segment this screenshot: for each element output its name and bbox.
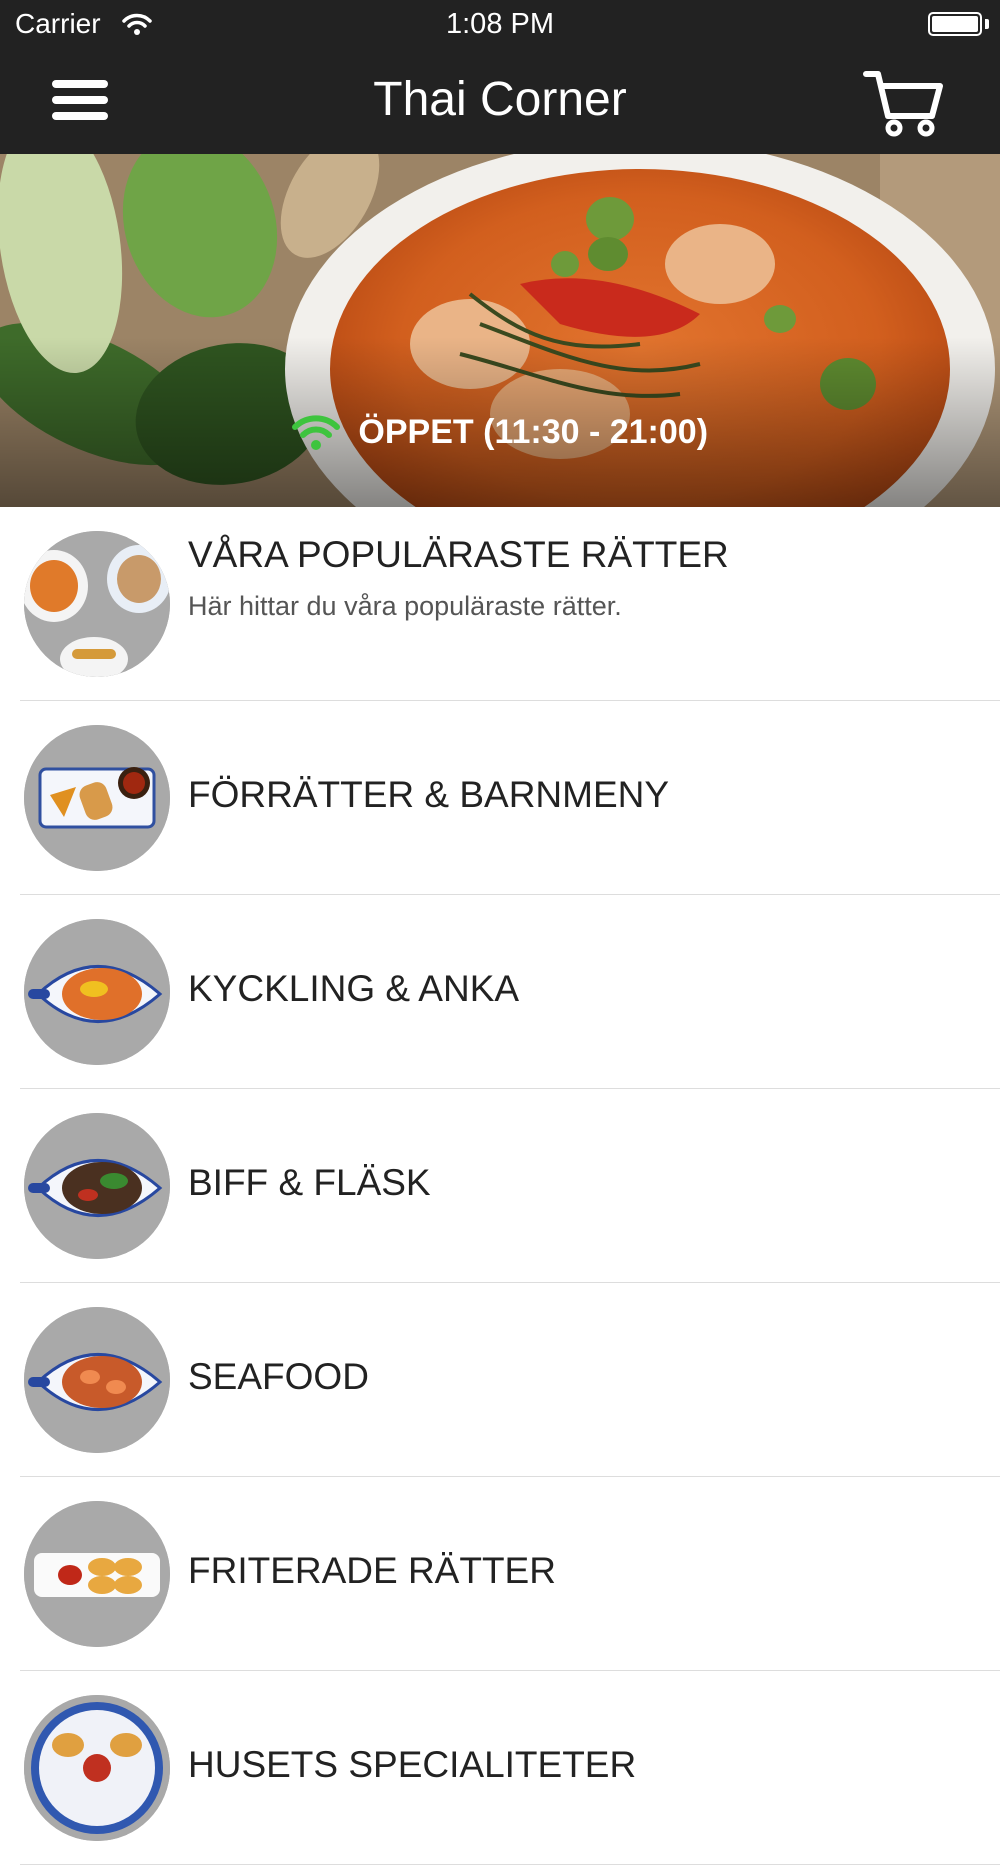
nav-bar: Thai Corner [0, 50, 1000, 154]
category-item-beef-pork[interactable]: BIFF & FLÄSK [0, 1089, 1000, 1283]
category-item-fried[interactable]: FRITERADE RÄTTER [0, 1477, 1000, 1671]
category-item-popular[interactable]: VÅRA POPULÄRASTE RÄTTER Här hittar du vå… [0, 507, 1000, 701]
open-status: ÖPPET (11:30 - 21:00) [0, 412, 1000, 452]
category-item-seafood[interactable]: SEAFOOD [0, 1283, 1000, 1477]
category-name: VÅRA POPULÄRASTE RÄTTER [188, 534, 729, 575]
battery-tip [985, 19, 989, 29]
hero-banner: ÖPPET (11:30 - 21:00) [0, 154, 1000, 507]
category-description: Här hittar du våra populäraste rätter. [188, 591, 622, 621]
category-name: BIFF & FLÄSK [188, 1162, 431, 1203]
category-name: FÖRRÄTTER & BARNMENY [188, 774, 670, 815]
chicken-duck-thumbnail [24, 919, 170, 1065]
popular-dishes-thumbnail [24, 531, 170, 677]
category-name: KYCKLING & ANKA [188, 968, 520, 1009]
open-signal-icon [291, 415, 340, 450]
seafood-thumbnail [24, 1307, 170, 1453]
page-title: Thai Corner [373, 73, 627, 126]
category-item-chicken-duck[interactable]: KYCKLING & ANKA [0, 895, 1000, 1089]
clock: 1:08 PM [446, 8, 554, 40]
opening-hours-label: ÖPPET (11:30 - 21:00) [358, 412, 709, 451]
category-item-starters[interactable]: FÖRRÄTTER & BARNMENY [0, 701, 1000, 895]
category-name: HUSETS SPECIALITETER [188, 1744, 637, 1785]
starters-thumbnail [24, 725, 170, 871]
beef-pork-thumbnail [24, 1113, 170, 1259]
status-bar: Carrier 1:08 PM [0, 0, 1000, 50]
house-specials-thumbnail [24, 1695, 170, 1841]
category-list: VÅRA POPULÄRASTE RÄTTER Här hittar du vå… [0, 507, 1000, 1865]
shopping-cart-icon[interactable] [862, 68, 944, 138]
fried-dishes-thumbnail [24, 1501, 170, 1647]
category-name: SEAFOOD [188, 1356, 369, 1397]
category-item-house-specials[interactable]: HUSETS SPECIALITETER [0, 1671, 1000, 1865]
category-name: FRITERADE RÄTTER [188, 1550, 556, 1591]
battery-icon [928, 12, 982, 36]
